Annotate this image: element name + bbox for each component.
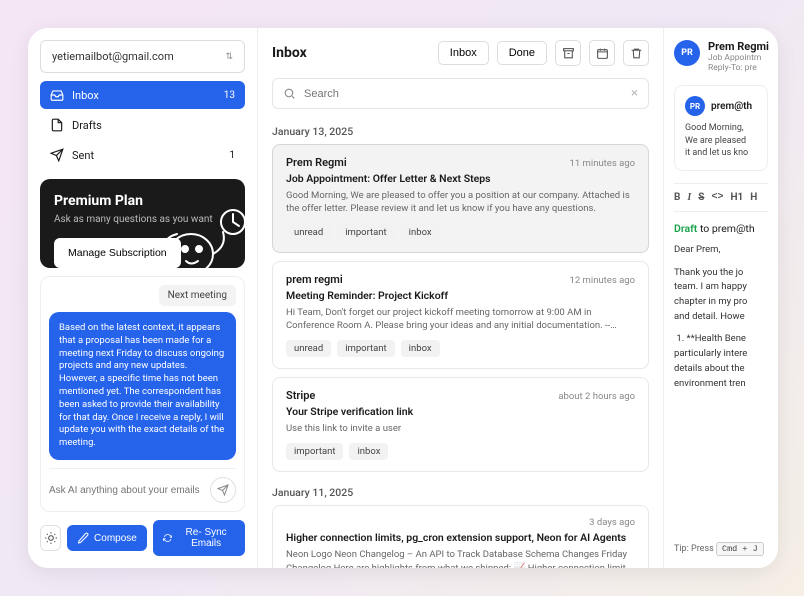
message-time: 12 minutes ago xyxy=(570,275,635,286)
message-subject: Meeting Reminder: Project Kickoff xyxy=(286,289,635,302)
message-item[interactable]: prem regmi 12 minutes ago Meeting Reminder… xyxy=(272,261,649,370)
label-title: Inbox xyxy=(272,45,307,61)
bold-button[interactable]: B xyxy=(674,192,680,203)
message-preview: Neon Logo Neon Changelog – An API to Tra… xyxy=(286,548,635,568)
code-button[interactable]: <> xyxy=(711,192,723,203)
message-from: Stripe xyxy=(286,389,315,402)
resync-label: Re- Sync Emails xyxy=(177,527,235,549)
nav-count: 1 xyxy=(229,150,235,161)
message-tag: inbox xyxy=(401,224,440,241)
ai-input[interactable] xyxy=(49,485,210,496)
h2-button[interactable]: H xyxy=(750,192,757,203)
nav-sent[interactable]: Sent 1 xyxy=(40,141,245,169)
sidebar: yetiemailbot@gmail.com ⇅ Inbox 13 Drafts… xyxy=(28,28,258,568)
app-window: yetiemailbot@gmail.com ⇅ Inbox 13 Drafts… xyxy=(28,28,778,568)
message-subject: Your Stripe verification link xyxy=(286,405,635,418)
message-preview: Hi Team, Don't forget our project kickof… xyxy=(286,306,635,333)
date-heading: January 13, 2025 xyxy=(272,119,649,144)
message-item[interactable]: Stripe about 2 hours ago Your Stripe verif… xyxy=(272,377,649,472)
search-icon xyxy=(283,87,296,100)
nav-count: 13 xyxy=(224,90,235,101)
snooze-button[interactable] xyxy=(589,40,615,66)
message-time: about 2 hours ago xyxy=(558,391,635,402)
avatar: PR xyxy=(685,96,705,116)
message-list: January 13, 2025 Prem Regmi 11 minutes ago… xyxy=(258,119,663,568)
reader-body-line: Good Morning, xyxy=(685,122,757,135)
ai-send-button[interactable] xyxy=(210,477,236,503)
nav-label: Sent xyxy=(72,149,94,162)
message-item[interactable]: Prem Regmi 11 minutes ago Job Appointment:… xyxy=(272,144,649,253)
sidebar-footer: Compose Re- Sync Emails xyxy=(40,520,245,556)
ai-input-row xyxy=(49,468,236,503)
clear-search-icon[interactable]: × xyxy=(631,86,638,101)
filter-done-button[interactable]: Done xyxy=(497,41,547,65)
message-tag: important xyxy=(337,224,394,241)
draft-recipient: Draft to prem@th xyxy=(674,222,768,235)
archive-button[interactable] xyxy=(555,40,581,66)
message-tag: important xyxy=(337,340,394,357)
reader-pane: PR Prem Regmi Job Appointm Reply-To: pre… xyxy=(663,28,778,568)
search-box[interactable]: × xyxy=(272,78,649,109)
message-subject: Job Appointment: Offer Letter & Next Ste… xyxy=(286,172,635,185)
premium-card: Premium Plan Ask as many questions as yo… xyxy=(40,179,245,268)
editor-toolbar: B I S <> H1 H xyxy=(674,183,768,212)
tag-row: unread important inbox xyxy=(286,224,635,241)
reader-meta-replyto: Reply-To: pre xyxy=(708,63,769,73)
reader-card-email: prem@th xyxy=(711,101,752,112)
message-preview: Good Morning, We are pleased to offer yo… xyxy=(286,189,635,216)
chevron-updown-icon: ⇅ xyxy=(225,52,233,62)
keyboard-shortcut: Cmd + J xyxy=(716,542,764,556)
message-tag: inbox xyxy=(401,340,440,357)
date-heading: January 11, 2025 xyxy=(272,480,649,505)
main-header: Inbox Inbox Done xyxy=(258,28,663,78)
h1-button[interactable]: H1 xyxy=(730,192,743,203)
draft-label: Draft xyxy=(674,222,697,235)
reader-header: PR Prem Regmi Job Appointm Reply-To: pre xyxy=(674,40,768,73)
message-tag: important xyxy=(286,443,343,460)
ai-context-chip[interactable]: Next meeting xyxy=(159,285,236,306)
message-tag: unread xyxy=(286,224,331,241)
tag-row: unread important inbox xyxy=(286,340,635,357)
reader-meta-subject: Job Appointm xyxy=(708,53,769,63)
ai-assistant-panel: Next meeting Based on the latest context… xyxy=(40,276,245,512)
reader-from-name: Prem Regmi xyxy=(708,40,769,53)
filter-inbox-button[interactable]: Inbox xyxy=(438,41,489,65)
reader-message-card: PR prem@th Good Morning, We are pleased … xyxy=(674,85,768,171)
search-input[interactable] xyxy=(304,88,623,100)
message-time: 3 days ago xyxy=(589,517,635,528)
theme-toggle-button[interactable] xyxy=(40,525,61,551)
message-subject: Higher connection limits, pg_cron extens… xyxy=(286,531,635,544)
trash-button[interactable] xyxy=(623,40,649,66)
send-icon xyxy=(50,148,64,162)
message-time: 11 minutes ago xyxy=(570,158,635,169)
reader-body-line: We are pleased xyxy=(685,135,757,148)
nav-drafts[interactable]: Drafts xyxy=(40,111,245,139)
message-tag: unread xyxy=(286,340,331,357)
compose-button[interactable]: Compose xyxy=(67,525,147,551)
file-icon xyxy=(50,118,64,132)
nav-inbox[interactable]: Inbox 13 xyxy=(40,81,245,109)
message-from: Prem Regmi xyxy=(286,156,347,169)
nav-label: Inbox xyxy=(72,89,99,102)
resync-button[interactable]: Re- Sync Emails xyxy=(153,520,245,556)
ai-response-bubble: Based on the latest context, it appears … xyxy=(49,312,236,460)
tip-hint: Tip: Press Cmd + J xyxy=(674,542,768,556)
compose-label: Compose xyxy=(94,533,137,544)
message-tag: inbox xyxy=(349,443,388,460)
message-from: prem regmi xyxy=(286,273,343,286)
tag-row: important inbox xyxy=(286,443,635,460)
message-preview: Use this link to invite a user xyxy=(286,422,635,435)
reader-body-line: it and let us kno xyxy=(685,147,757,160)
italic-button[interactable]: I xyxy=(687,192,691,203)
draft-body[interactable]: Dear Prem, Thank you the joteam. I am ha… xyxy=(674,243,768,399)
yeti-illustration xyxy=(141,204,245,268)
strike-button[interactable]: S xyxy=(698,192,704,203)
nav-label: Drafts xyxy=(72,119,102,132)
inbox-icon xyxy=(50,88,64,102)
main-pane: Inbox Inbox Done × January 13, 2025Prem … xyxy=(258,28,663,568)
account-selector[interactable]: yetiemailbot@gmail.com ⇅ xyxy=(40,40,245,73)
account-email: yetiemailbot@gmail.com xyxy=(52,50,174,63)
message-item[interactable]: 3 days ago Higher connection limits, pg_c… xyxy=(272,505,649,568)
avatar: PR xyxy=(674,40,700,66)
